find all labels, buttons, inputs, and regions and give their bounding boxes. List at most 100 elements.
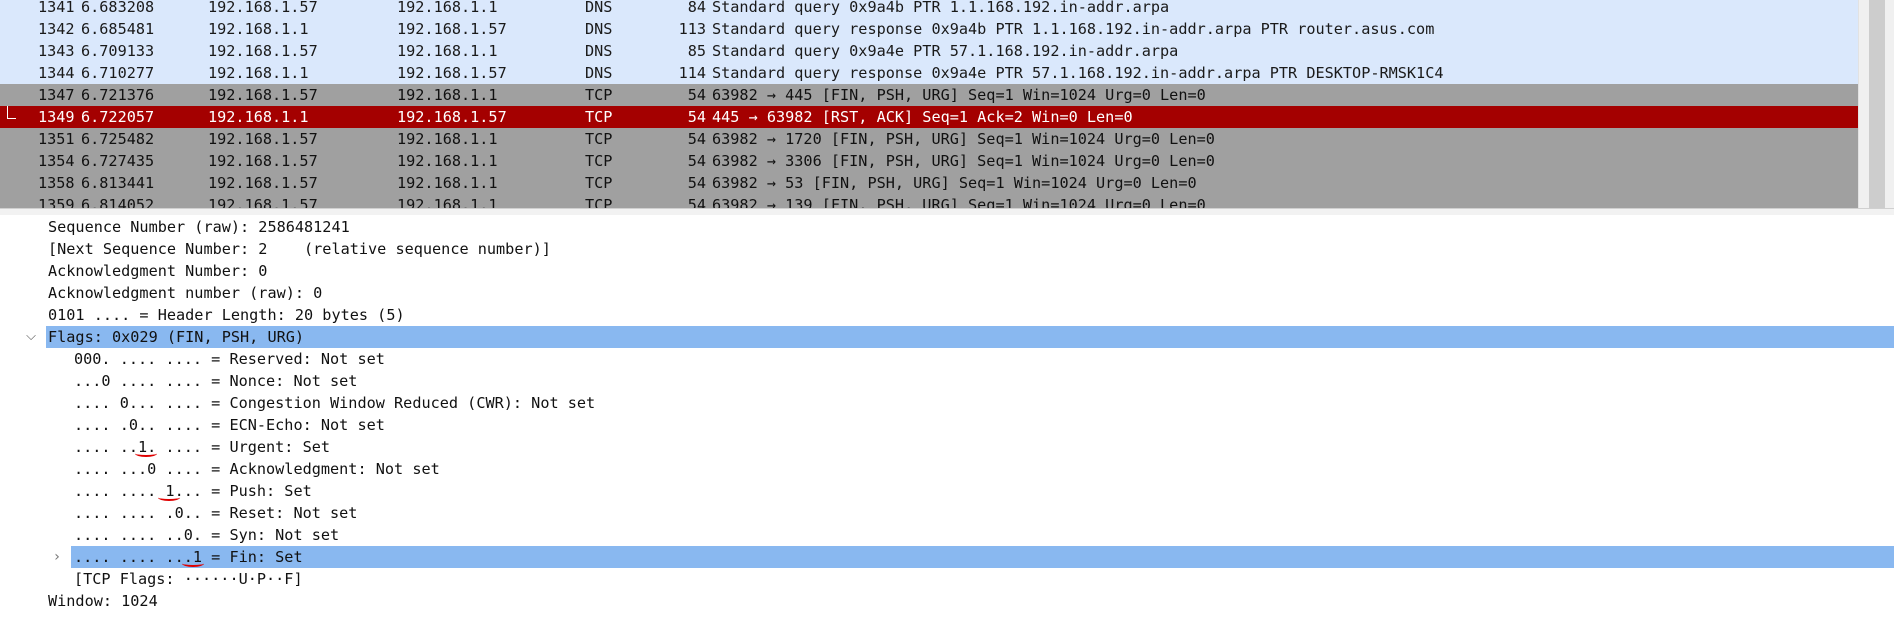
red-underline-mark	[135, 450, 157, 457]
packet-protocol: TCP	[585, 174, 613, 192]
packet-number: 1358	[38, 174, 75, 192]
packet-number: 1359	[38, 196, 75, 208]
packet-row[interactable]: 1342 6.685481 192.168.1.1 192.168.1.57 D…	[0, 18, 1858, 40]
packet-info: 63982 → 139 [FIN, PSH, URG] Seq=1 Win=10…	[712, 196, 1206, 208]
packet-time: 6.722057	[81, 108, 155, 126]
packet-destination: 192.168.1.1	[397, 174, 498, 192]
tree-item-flag-syn[interactable]: .... .... ..0. = Syn: Not set	[0, 524, 1894, 546]
tree-item-next-sequence[interactable]: [Next Sequence Number: 2 (relative seque…	[0, 238, 1894, 260]
packet-protocol: DNS	[585, 64, 613, 82]
tree-item-flag-ack[interactable]: .... ...0 .... = Acknowledgment: Not set	[0, 458, 1894, 480]
chevron-down-icon[interactable]: ⌵	[24, 326, 38, 348]
packet-row[interactable]: 1354 6.727435 192.168.1.57 192.168.1.1 T…	[0, 150, 1858, 172]
packet-protocol: TCP	[585, 152, 613, 170]
packet-row[interactable]: 1351 6.725482 192.168.1.57 192.168.1.1 T…	[0, 128, 1858, 150]
chevron-right-icon[interactable]: ›	[50, 546, 64, 568]
packet-destination: 192.168.1.1	[397, 196, 498, 208]
packet-time: 6.725482	[81, 130, 155, 148]
packet-source: 192.168.1.1	[208, 108, 309, 126]
tree-item-window[interactable]: Window: 1024	[0, 590, 1894, 612]
packet-row[interactable]: 1359 6.814052 192.168.1.57 192.168.1.1 T…	[0, 194, 1858, 208]
packet-length: 84	[687, 0, 706, 16]
packet-time: 6.814052	[81, 196, 155, 208]
tree-item-flag-reserved[interactable]: 000. .... .... = Reserved: Not set	[0, 348, 1894, 370]
packet-length: 85	[687, 42, 706, 60]
packet-info: Standard query response 0x9a4b PTR 1.1.1…	[712, 20, 1435, 38]
packet-protocol: TCP	[585, 86, 613, 104]
packet-row[interactable]: 1358 6.813441 192.168.1.57 192.168.1.1 T…	[0, 172, 1858, 194]
packet-list-scrollbar[interactable]	[1858, 0, 1894, 208]
packet-protocol: DNS	[585, 0, 613, 16]
packet-protocol: TCP	[585, 130, 613, 148]
tree-item-tcp-flags-summary[interactable]: [TCP Flags: ······U·P··F]	[0, 568, 1894, 590]
packet-destination: 192.168.1.1	[397, 152, 498, 170]
packet-source: 192.168.1.57	[208, 152, 318, 170]
packet-number: 1351	[38, 130, 75, 148]
tree-item-header-length[interactable]: 0101 .... = Header Length: 20 bytes (5)	[0, 304, 1894, 326]
packet-protocol: DNS	[585, 42, 613, 60]
packet-info: Standard query response 0x9a4e PTR 57.1.…	[712, 64, 1444, 82]
packet-protocol: DNS	[585, 20, 613, 38]
packet-protocol: TCP	[585, 108, 613, 126]
packet-destination: 192.168.1.1	[397, 0, 498, 16]
packet-info: Standard query 0x9a4b PTR 1.1.168.192.in…	[712, 0, 1170, 16]
selection-highlight	[71, 546, 1894, 568]
packet-info: 445 → 63982 [RST, ACK] Seq=1 Ack=2 Win=0…	[712, 108, 1133, 126]
packet-number: 1342	[38, 20, 75, 38]
tree-item-flags[interactable]: ⌵ Flags: 0x029 (FIN, PSH, URG)	[0, 326, 1894, 348]
packet-number: 1349	[38, 108, 75, 126]
packet-number: 1343	[38, 42, 75, 60]
tree-item-flag-ecn-echo[interactable]: .... .0.. .... = ECN-Echo: Not set	[0, 414, 1894, 436]
packet-length: 113	[678, 20, 706, 38]
packet-info: 63982 → 3306 [FIN, PSH, URG] Seq=1 Win=1…	[712, 152, 1215, 170]
packet-length: 54	[687, 174, 706, 192]
packet-row[interactable]: 1347 6.721376 192.168.1.57 192.168.1.1 T…	[0, 84, 1858, 106]
tree-item-flag-urgent[interactable]: .... ..1. .... = Urgent: Set	[0, 436, 1894, 458]
packet-source: 192.168.1.1	[208, 64, 309, 82]
packet-source: 192.168.1.57	[208, 174, 318, 192]
packet-length: 54	[687, 108, 706, 126]
tree-item-flag-cwr[interactable]: .... 0... .... = Congestion Window Reduc…	[0, 392, 1894, 414]
tree-item-ack-raw[interactable]: Acknowledgment number (raw): 0	[0, 282, 1894, 304]
tree-item-sequence-raw[interactable]: Sequence Number (raw): 2586481241	[0, 216, 1894, 238]
packet-source: 192.168.1.57	[208, 0, 318, 16]
packet-row[interactable]: 1343 6.709133 192.168.1.57 192.168.1.1 D…	[0, 40, 1858, 62]
packet-info: 63982 → 53 [FIN, PSH, URG] Seq=1 Win=102…	[712, 174, 1197, 192]
packet-destination: 192.168.1.57	[397, 64, 507, 82]
packet-source: 192.168.1.57	[208, 130, 318, 148]
tree-item-flag-nonce[interactable]: ...0 .... .... = Nonce: Not set	[0, 370, 1894, 392]
tree-item-ack-number[interactable]: Acknowledgment Number: 0	[0, 260, 1894, 282]
packet-row[interactable]: 1344 6.710277 192.168.1.1 192.168.1.57 D…	[0, 62, 1858, 84]
packet-source: 192.168.1.57	[208, 42, 318, 60]
packet-destination: 192.168.1.1	[397, 42, 498, 60]
packet-info: 63982 → 445 [FIN, PSH, URG] Seq=1 Win=10…	[712, 86, 1206, 104]
packet-length: 54	[687, 130, 706, 148]
red-underline-mark	[158, 494, 180, 501]
selection-highlight	[46, 326, 1894, 348]
packet-number: 1347	[38, 86, 75, 104]
packet-time: 6.685481	[81, 20, 155, 38]
packet-source: 192.168.1.57	[208, 86, 318, 104]
related-packet-bracket-icon	[7, 106, 16, 119]
packet-list[interactable]: 1341 6.683208 192.168.1.57 192.168.1.1 D…	[0, 0, 1894, 208]
packet-time: 6.813441	[81, 174, 155, 192]
packet-source: 192.168.1.57	[208, 196, 318, 208]
packet-length: 54	[687, 86, 706, 104]
packet-destination: 192.168.1.57	[397, 108, 507, 126]
packet-row[interactable]: 1341 6.683208 192.168.1.57 192.168.1.1 D…	[0, 0, 1858, 18]
packet-destination: 192.168.1.1	[397, 130, 498, 148]
packet-details-tree[interactable]: Sequence Number (raw): 2586481241 [Next …	[0, 214, 1894, 617]
tree-item-flag-reset[interactable]: .... .... .0.. = Reset: Not set	[0, 502, 1894, 524]
packet-time: 6.727435	[81, 152, 155, 170]
packet-info: 63982 → 1720 [FIN, PSH, URG] Seq=1 Win=1…	[712, 130, 1215, 148]
tree-item-flag-fin[interactable]: › .... .... ...1 = Fin: Set	[0, 546, 1894, 568]
packet-number: 1344	[38, 64, 75, 82]
packet-source: 192.168.1.1	[208, 20, 309, 38]
packet-time: 6.721376	[81, 86, 155, 104]
packet-row-selected[interactable]: 1349 6.722057 192.168.1.1 192.168.1.57 T…	[0, 106, 1858, 128]
packet-time: 6.710277	[81, 64, 155, 82]
tree-item-flag-push[interactable]: .... .... 1... = Push: Set	[0, 480, 1894, 502]
packet-length: 54	[687, 152, 706, 170]
packet-number: 1354	[38, 152, 75, 170]
scrollbar-thumb[interactable]	[1869, 0, 1885, 208]
